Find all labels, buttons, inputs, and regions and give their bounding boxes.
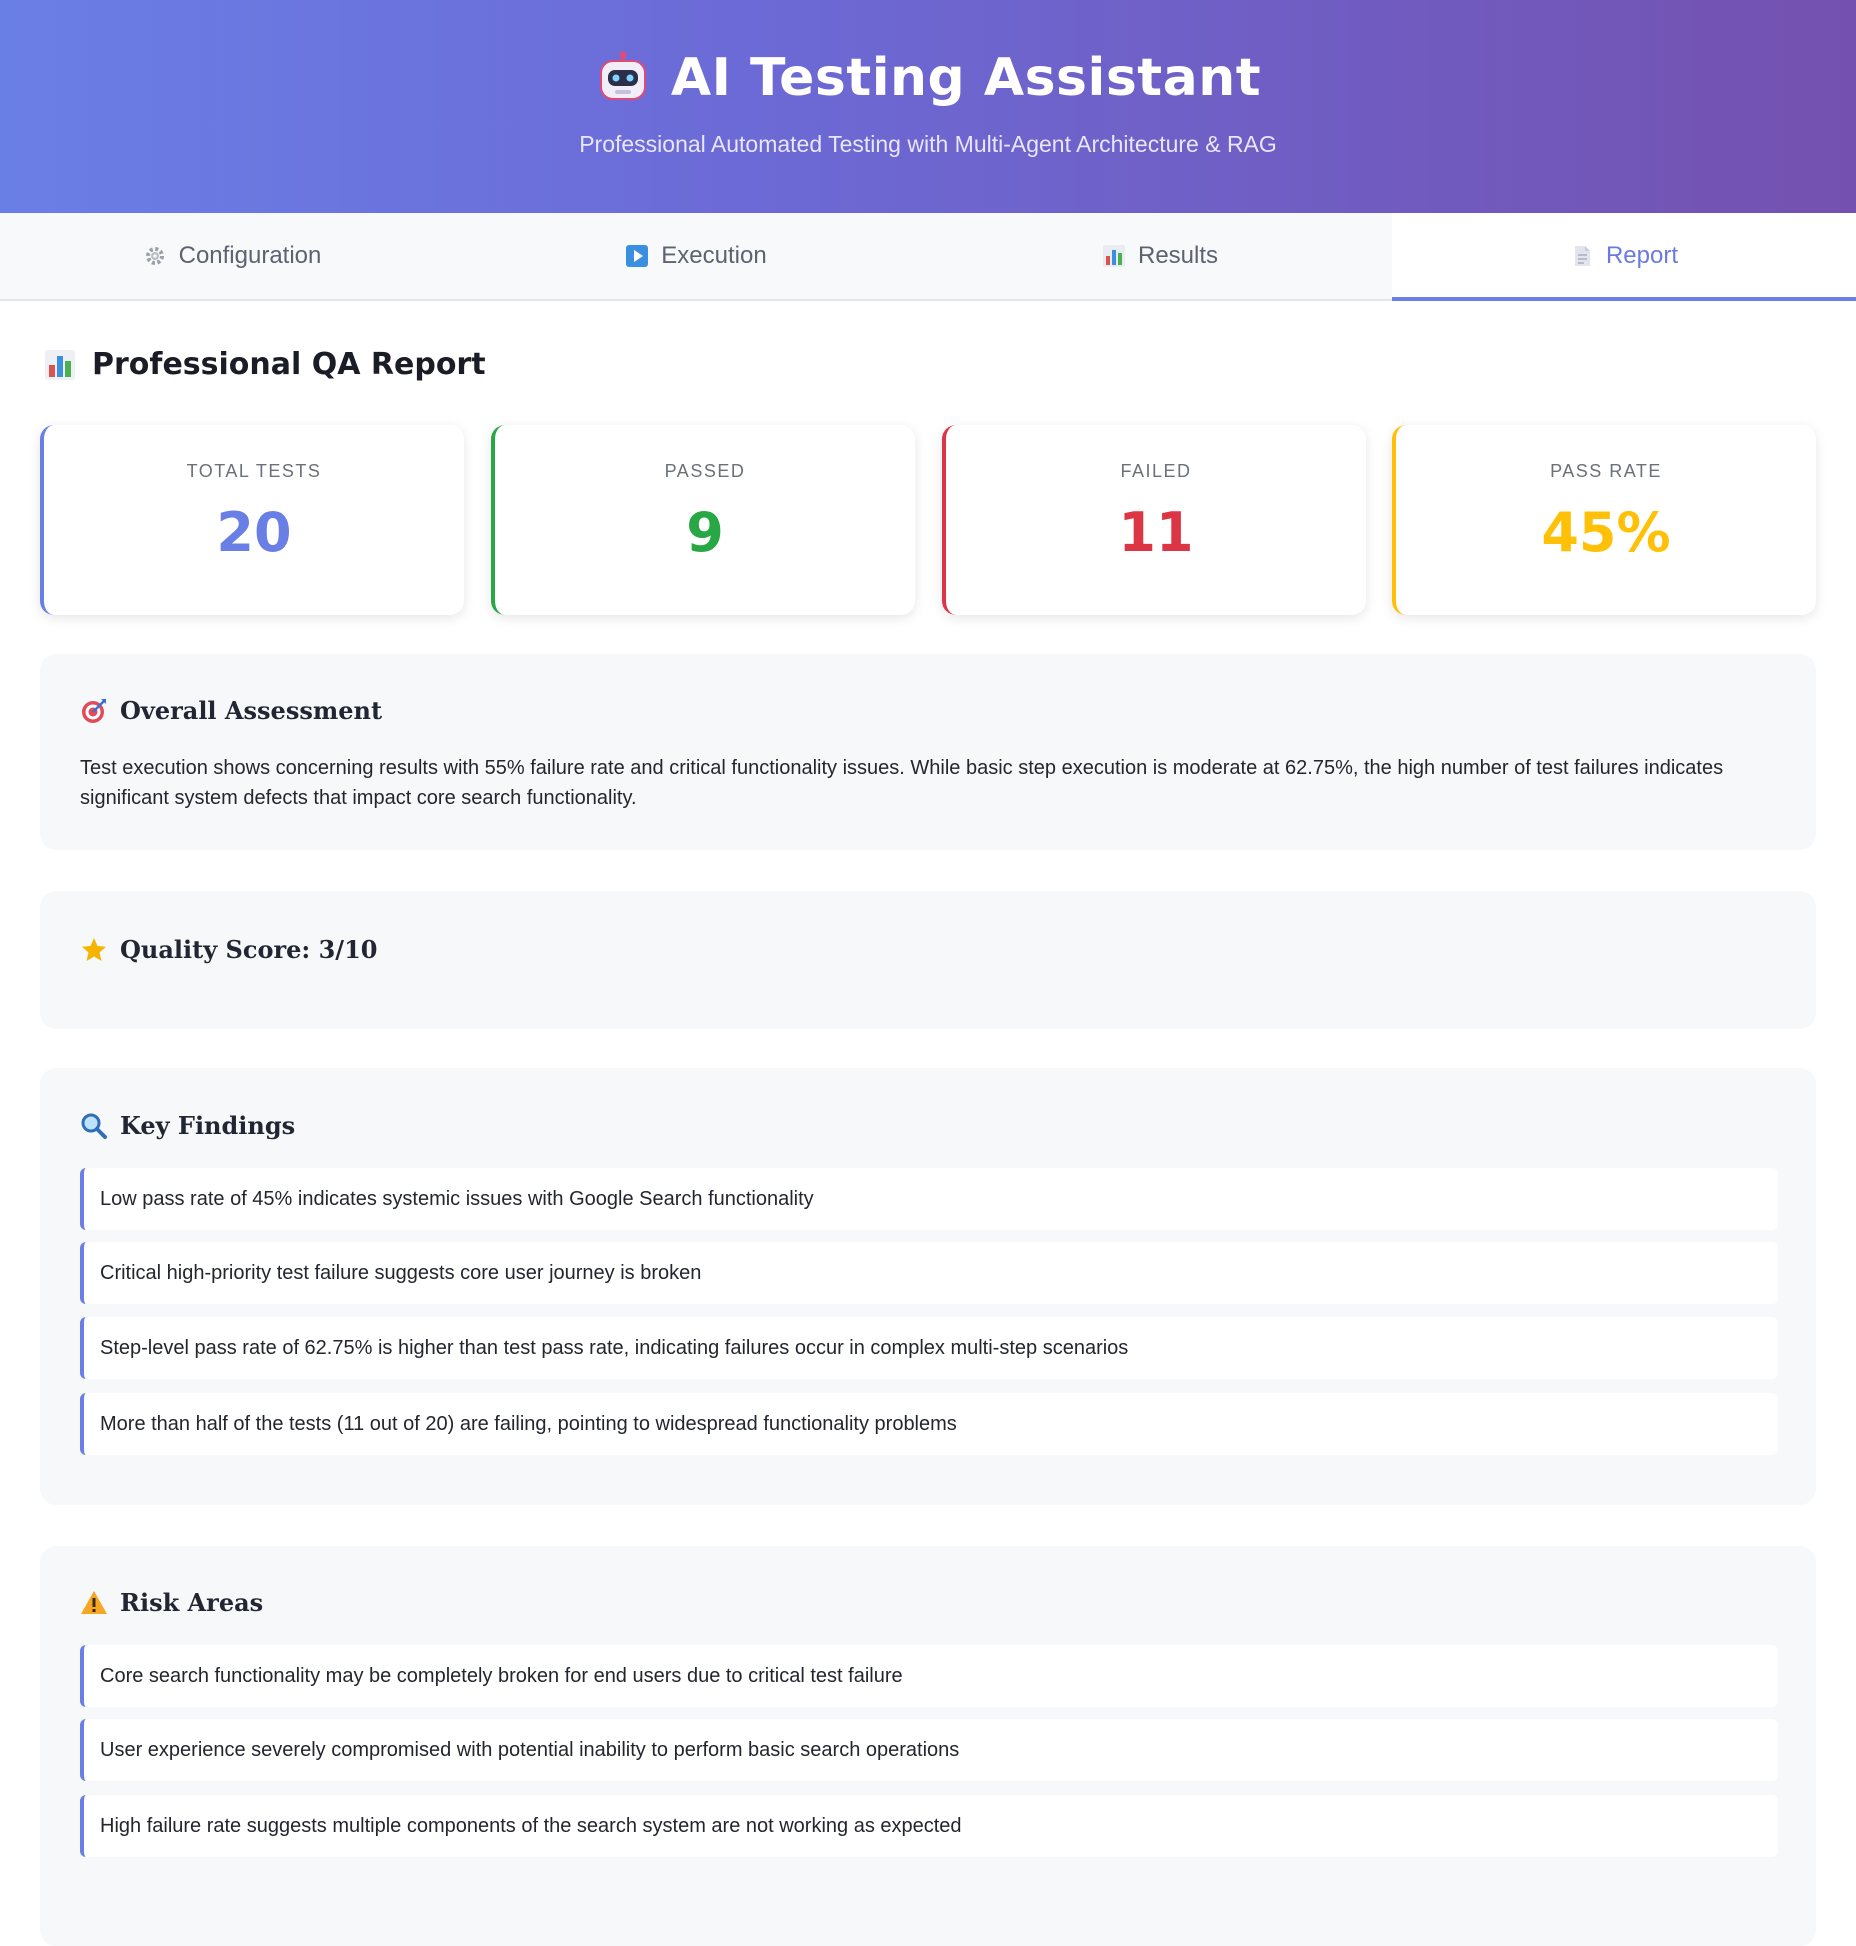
finding-item: Step-level pass rate of 62.75% is higher… (80, 1317, 1778, 1379)
target-icon (82, 698, 106, 723)
quality-title-text: Quality Score: 3/10 (120, 935, 378, 964)
tab-label: Configuration (178, 242, 322, 269)
stat-card-pass-rate: PASS RATE 45% (1392, 425, 1816, 615)
finding-item: Critical high-priority test failure sugg… (80, 1242, 1778, 1304)
stat-label: PASS RATE (1550, 461, 1662, 481)
risk-item: Core search functionality may be complet… (80, 1645, 1778, 1707)
risk-item: High failure rate suggests multiple comp… (80, 1795, 1778, 1857)
magnifier-icon (81, 1113, 107, 1139)
stat-card-failed: FAILED 11 (942, 425, 1366, 615)
stat-value: 20 (216, 501, 292, 564)
assessment-title-text: Overall Assessment (120, 696, 383, 725)
stats-row: TOTAL TESTS 20 PASSED 9 FAILED 11 PASS R… (40, 425, 1816, 615)
header-title-row: AI Testing Assistant (0, 48, 1856, 108)
stat-label: FAILED (1120, 461, 1192, 481)
tab-label: Report (1605, 242, 1679, 269)
gear-icon (145, 247, 164, 265)
warning-icon (81, 1590, 107, 1614)
tab-results[interactable]: Results (928, 213, 1392, 299)
bar-chart-icon (45, 349, 75, 380)
risks-panel: Risk Areas Core search functionality may… (40, 1546, 1816, 1946)
tab-bar: Configuration Execution Results Report (0, 213, 1856, 301)
finding-item: More than half of the tests (11 out of 2… (80, 1393, 1778, 1455)
risk-item: User experience severely compromised wit… (80, 1719, 1778, 1781)
app-title: AI Testing Assistant (670, 48, 1262, 108)
risks-title: Risk Areas (80, 1588, 263, 1617)
findings-title: Key Findings (80, 1111, 295, 1140)
robot-icon (599, 51, 646, 100)
stat-card-total: TOTAL TESTS 20 (40, 425, 464, 615)
app-header: AI Testing Assistant Professional Automa… (0, 0, 1856, 213)
stat-value: 9 (686, 501, 724, 564)
bar-chart-icon (1102, 245, 1125, 267)
findings-title-text: Key Findings (120, 1111, 296, 1140)
assessment-text: Test execution shows concerning results … (80, 757, 1724, 809)
report-title: Professional QA Report (44, 347, 486, 382)
tab-label: Results (1137, 242, 1219, 269)
tab-report[interactable]: Report (1392, 213, 1856, 301)
finding-item: Low pass rate of 45% indicates systemic … (80, 1168, 1778, 1230)
tab-label: Execution (661, 242, 767, 269)
assessment-title: Overall Assessment (80, 696, 382, 725)
star-icon (82, 937, 106, 961)
document-icon (1574, 246, 1590, 266)
tab-configuration[interactable]: Configuration (0, 213, 464, 299)
findings-panel: Key Findings Low pass rate of 45% indica… (40, 1068, 1816, 1505)
stat-value: 11 (1118, 501, 1194, 564)
assessment-panel: Overall Assessment Test execution shows … (40, 654, 1816, 850)
quality-title: Quality Score: 3/10 (80, 935, 377, 964)
app-subtitle: Professional Automated Testing with Mult… (579, 131, 1277, 157)
stat-value: 45% (1541, 501, 1671, 564)
quality-panel: Quality Score: 3/10 (40, 891, 1816, 1029)
stat-label: TOTAL TESTS (186, 461, 322, 481)
stat-label: PASSED (664, 461, 746, 481)
stat-card-passed: PASSED 9 (491, 425, 915, 615)
risks-title-text: Risk Areas (120, 1588, 264, 1617)
report-title-text: Professional QA Report (92, 347, 486, 382)
tab-execution[interactable]: Execution (464, 213, 928, 299)
play-icon (626, 245, 649, 267)
